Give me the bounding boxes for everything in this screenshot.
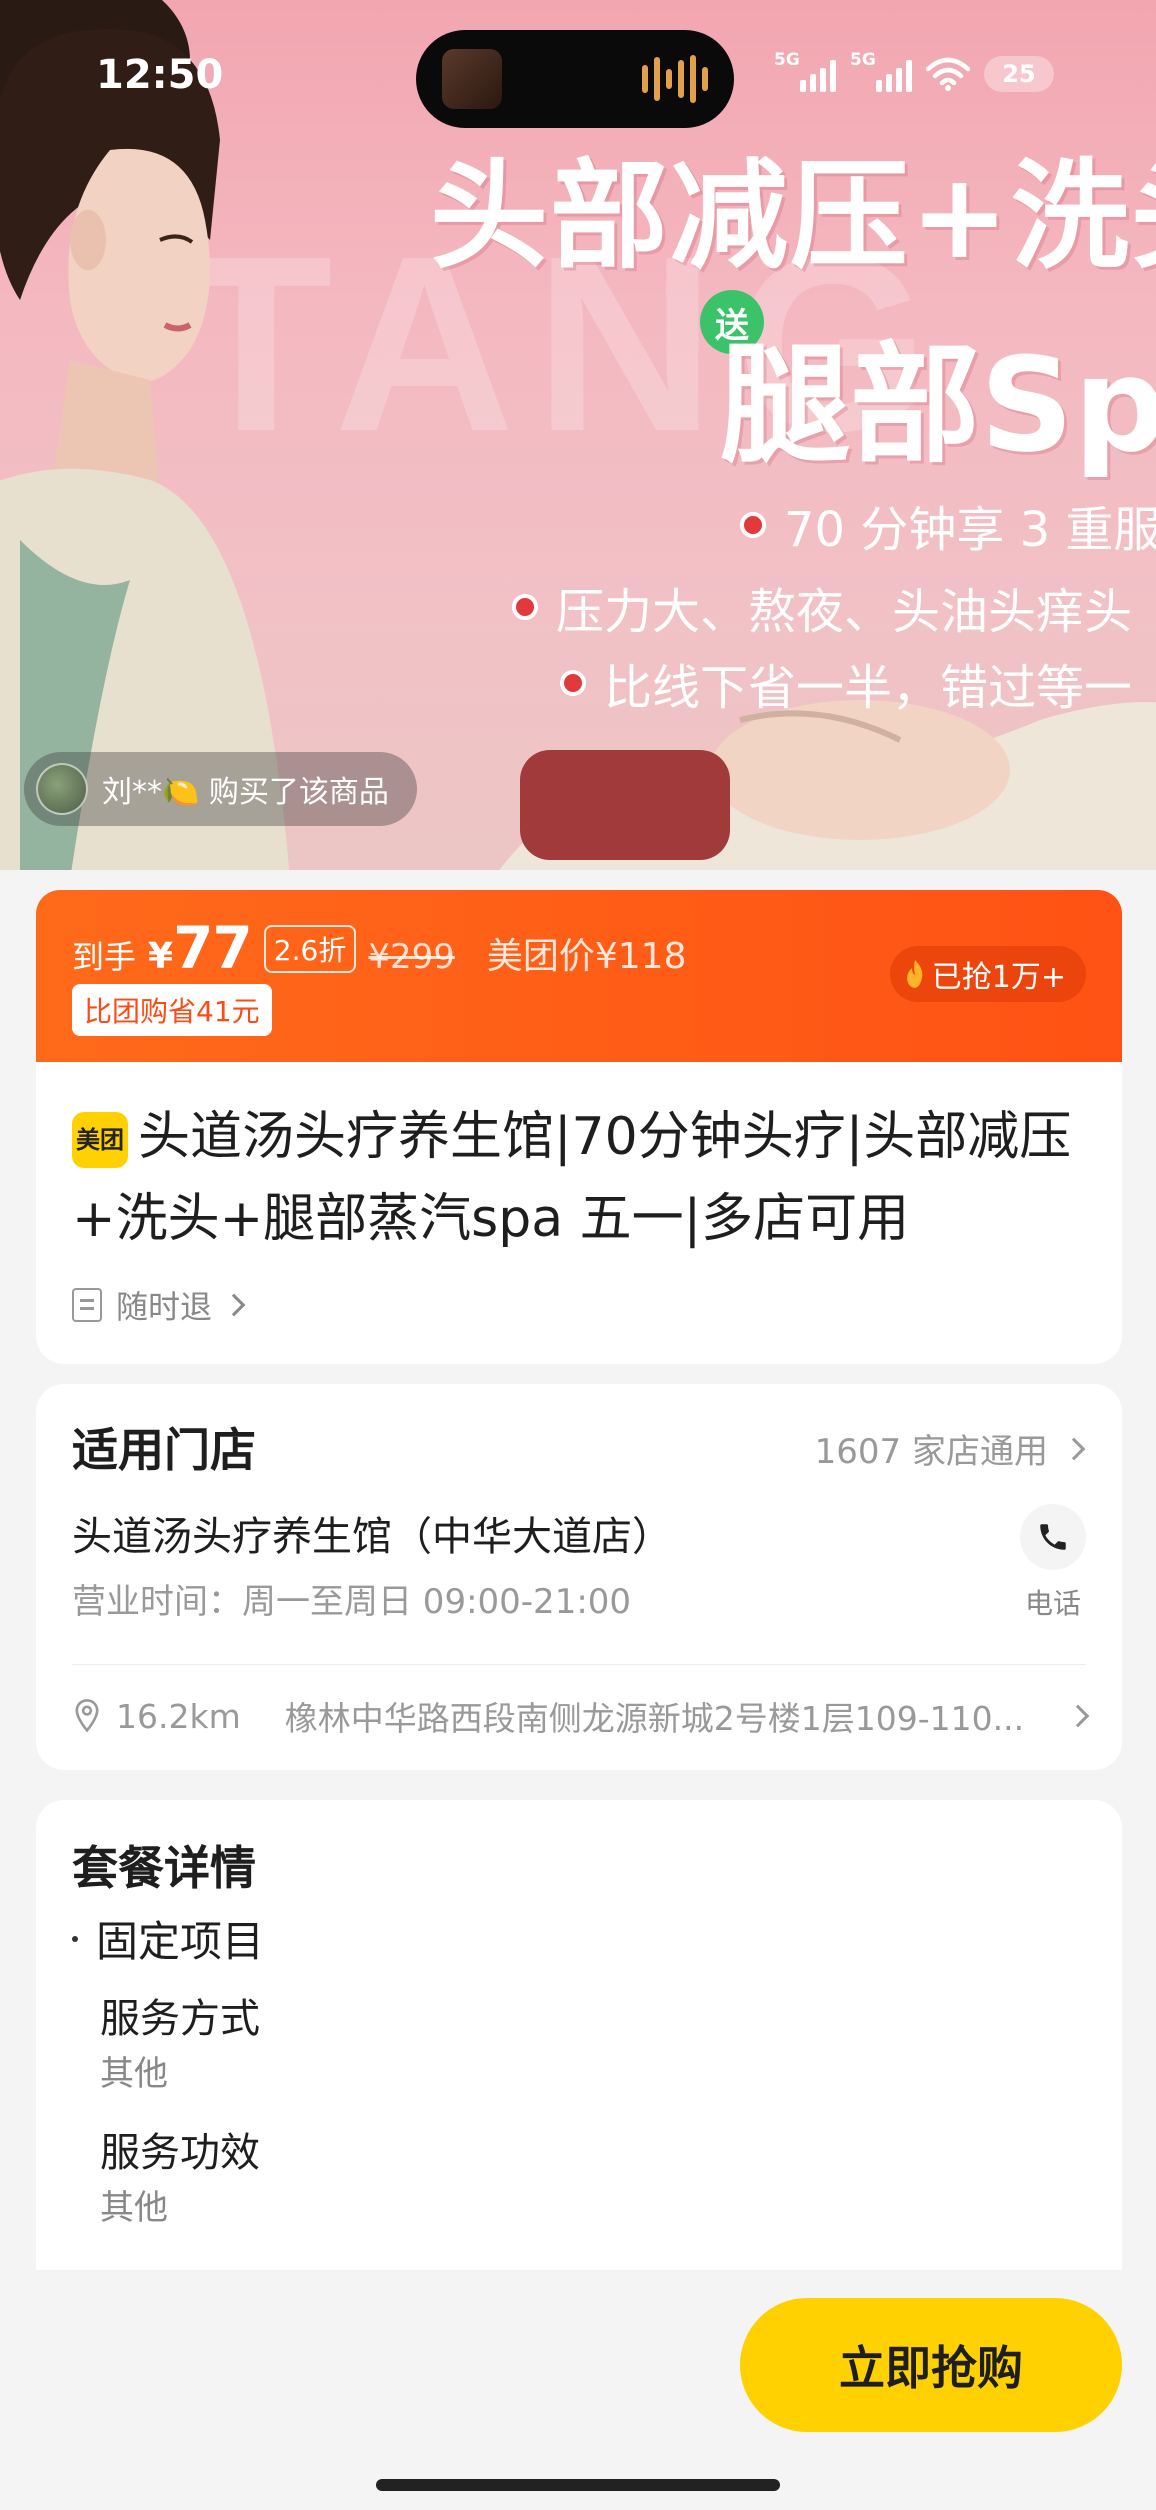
all-stores-link[interactable]: 1607 家店通用 [814, 1424, 1086, 1473]
bullet-dot-icon [72, 1935, 78, 1942]
avatar [36, 763, 88, 815]
bullet-text: 压力大、熬夜、头油头痒头 [556, 584, 1133, 640]
product-title: 美团 头道汤头疗养生馆|70分钟头疗|头部减压+洗头+腿部蒸汽spa 五一|多店可… [72, 1096, 1086, 1260]
chevron-right-icon [1066, 1704, 1090, 1728]
meituan-brand-badge: 美团 [72, 1112, 128, 1168]
bullet-text: 比线下省一半，错过等一 [604, 660, 1133, 716]
store-address: 橡林中华路西段南侧龙源新城2号楼1层109-110... [284, 1699, 1025, 1738]
banner-sub-headline: 腿部Sp [720, 329, 1156, 481]
savings-badge: 比团购省41元 [72, 984, 272, 1036]
currency-symbol: ¥ [148, 936, 174, 977]
refund-policy-text: 随时退 [116, 1288, 213, 1326]
sold-count-badge: 已抢1万+ [889, 946, 1086, 1002]
deal-detail-page: TANG 头部减压+洗头 送 腿部S [0, 0, 1156, 2510]
meituan-price: 美团价¥118 [486, 936, 687, 977]
banner-bullet-1: 70 分钟享 3 重服 [740, 490, 1156, 560]
package-details-card: 套餐详情 固定项目 服务方式 其他 服务功效 其他 [36, 1800, 1122, 2270]
service-item-label: 服务方式 [100, 1996, 260, 2042]
store-name[interactable]: 头道汤头疗养生馆（中华大道店） [72, 1504, 672, 1562]
model-image [0, 0, 290, 870]
banner-bullet-2: 压力大、熬夜、头油头痒头 [512, 572, 1132, 642]
buyer-notice-text: 刘**🍋 购买了该商品 [102, 775, 389, 810]
final-price: 77 [173, 914, 253, 982]
price-group: ¥77 [148, 914, 253, 982]
service-item-value: 其他 [100, 2054, 168, 2094]
section-title: 适用门店 [72, 1423, 256, 1477]
business-hours: 营业时间：周一至周日 09:00-21:00 [72, 1582, 632, 1622]
original-price: ¥299 [368, 937, 455, 977]
product-title-text: 头道汤头疗养生馆|70分钟头疗|头部减压+洗头+腿部蒸汽spa 五一|多店可用 [72, 1107, 1072, 1249]
banner-headline: 头部减压+洗头 [430, 147, 1156, 285]
chevron-right-icon [1062, 1437, 1086, 1460]
product-title-card: 美团 头道汤头疗养生馆|70分钟头疗|头部减压+洗头+腿部蒸汽spa 五一|多店可… [36, 1062, 1122, 1364]
section-title: 套餐详情 [72, 1841, 256, 1895]
hero-banner[interactable]: TANG 头部减压+洗头 送 腿部S [0, 0, 1156, 870]
banner-bullet-3: 比线下省一半，错过等一 [560, 648, 1132, 718]
audio-wave-icon [642, 55, 708, 103]
cellular-signal-icon: 5G [774, 50, 836, 92]
bullet-text: 70 分钟享 3 重服 [784, 502, 1156, 558]
status-time: 12:50 [96, 52, 224, 98]
store-distance: 16.2km [116, 1696, 241, 1736]
phone-label: 电话 [1024, 1587, 1081, 1620]
refund-policy-link[interactable]: 随时退 [72, 1282, 1086, 1328]
cellular-signal-icon: 5G [850, 50, 912, 92]
package-section-heading: 固定项目 [72, 1908, 264, 1969]
flame-icon [906, 960, 923, 988]
red-dot-icon [560, 670, 586, 696]
wifi-icon [926, 57, 970, 91]
deal-summary-card: 到手 ¥77 2.6折 ¥299 美团价¥118 比团购省41元 已抢1万+ 美… [36, 890, 1122, 1364]
red-dot-icon [740, 512, 766, 538]
battery-icon: 25 [984, 56, 1054, 92]
service-item-label: 服务功效 [100, 2130, 260, 2176]
applicable-stores-card: 适用门店 1607 家店通用 头道汤头疗养生馆（中华大道店） 营业时间：周一至周… [36, 1384, 1122, 1770]
price-row: 到手 ¥77 2.6折 ¥299 美团价¥118 [72, 914, 686, 982]
home-indicator[interactable] [376, 2479, 780, 2491]
store-address-row[interactable]: 16.2km 橡林中华路西段南侧龙源新城2号楼1层109-110... [72, 1686, 1090, 1746]
recent-buyer-notice: 刘**🍋 购买了该商品 [24, 752, 417, 826]
red-dot-icon [512, 594, 538, 620]
phone-button-circle [1020, 1504, 1086, 1570]
call-store-button[interactable]: 电话 [1020, 1504, 1086, 1622]
divider [72, 1664, 1086, 1665]
phone-icon [1040, 1524, 1066, 1550]
service-item-value: 其他 [100, 2188, 168, 2228]
location-pin-icon [75, 1699, 99, 1733]
album-art-icon [442, 49, 502, 109]
sold-count-text: 已抢1万+ [931, 960, 1066, 995]
price-bar: 到手 ¥77 2.6折 ¥299 美团价¥118 比团购省41元 已抢1万+ [36, 890, 1122, 1062]
chevron-right-icon [222, 1293, 246, 1317]
store-count-text: 1607 家店通用 [814, 1432, 1048, 1472]
dynamic-island[interactable] [416, 30, 734, 128]
discount-badge: 2.6折 [263, 925, 357, 973]
buy-now-button[interactable]: 立即抢购 [740, 2298, 1122, 2432]
package-section-text: 固定项目 [96, 1917, 265, 1966]
status-indicators: 5G 5G 25 [774, 50, 1054, 92]
final-price-label: 到手 [72, 938, 137, 976]
document-icon [72, 1288, 102, 1322]
